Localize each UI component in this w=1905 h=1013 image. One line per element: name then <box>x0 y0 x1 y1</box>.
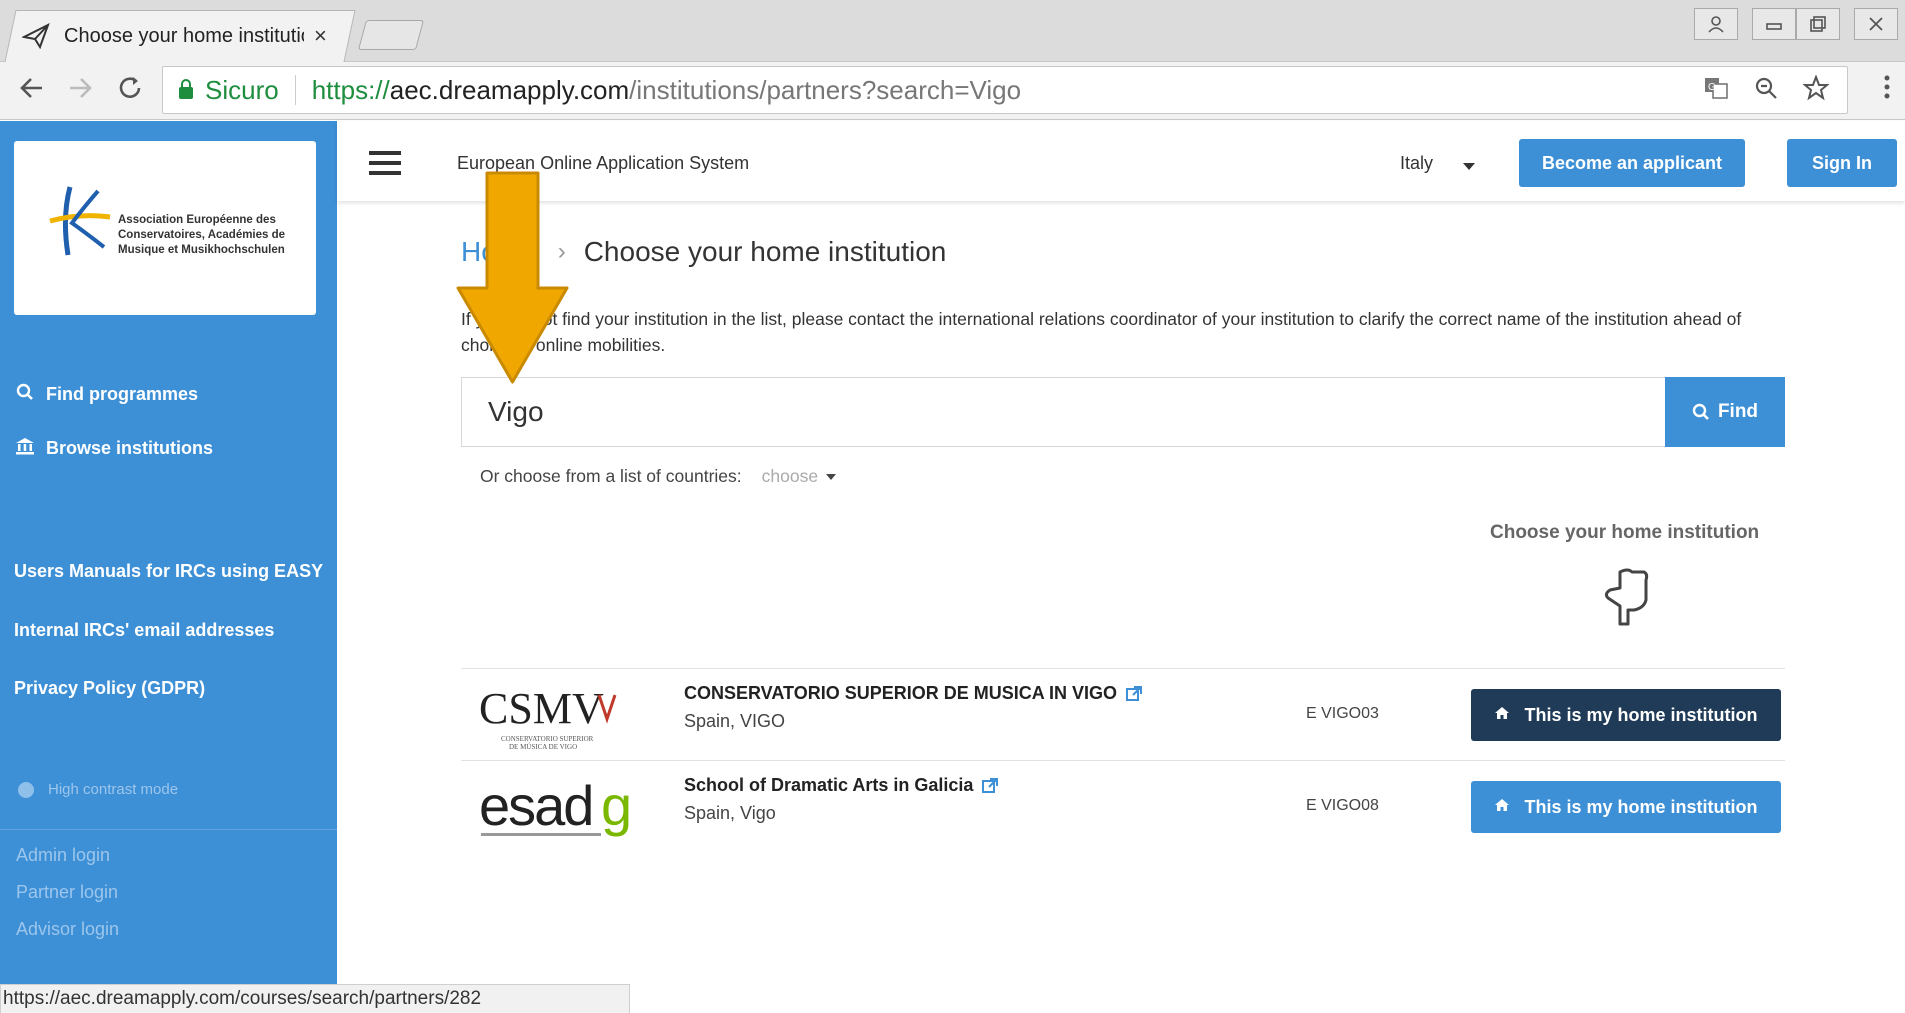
external-link-icon[interactable] <box>1125 685 1143 703</box>
caret-down-icon[interactable] <box>1463 163 1475 170</box>
sidebar-link-privacy-policy[interactable]: Privacy Policy (GDPR) <box>14 678 205 699</box>
lock-icon <box>179 79 193 99</box>
contrast-icon <box>18 781 34 798</box>
profile-icon[interactable] <box>1694 8 1738 40</box>
sidebar-item-label: Find programmes <box>46 384 199 404</box>
browser-tabstrip: Choose your home institutio × <box>0 0 1905 62</box>
select-home-institution-button[interactable]: This is my home institution <box>1471 689 1781 741</box>
aec-logo-mark <box>49 186 111 256</box>
svg-text:esad: esad <box>479 774 592 837</box>
hamburger-menu-icon[interactable] <box>369 151 401 175</box>
search-input[interactable] <box>462 378 1668 446</box>
admin-login-link[interactable]: Admin login <box>16 845 110 866</box>
institution-location: Spain, VIGO <box>684 711 786 731</box>
zoom-icon[interactable] <box>1753 75 1779 101</box>
external-link-icon[interactable] <box>981 777 999 795</box>
svg-text:G: G <box>1708 82 1716 93</box>
url-text[interactable]: https://aec.dreamapply.com/institutions/… <box>312 75 1021 106</box>
restore-icon[interactable] <box>1796 8 1840 40</box>
menu-icon[interactable] <box>1883 74 1891 107</box>
institution-name: School of Dramatic Arts in Galicia <box>684 775 974 795</box>
institution-location: Spain, Vigo <box>684 803 776 823</box>
url-scheme: https:// <box>311 74 390 105</box>
sidebar-link-irc-emails[interactable]: Internal IRCs' email addresses <box>14 620 274 641</box>
institution-code: E VIGO08 <box>1306 797 1379 814</box>
close-window-icon[interactable] <box>1854 8 1898 40</box>
institution-link[interactable]: CONSERVATORIO SUPERIOR DE MUSICA IN VIGO <box>684 683 1143 704</box>
caret-down-icon[interactable] <box>826 473 837 480</box>
search-icon <box>14 383 36 406</box>
search-icon <box>1692 403 1709 420</box>
high-contrast-toggle[interactable]: High contrast mode <box>18 781 178 798</box>
info-text: If you do not find your institution in t… <box>461 309 1742 355</box>
sidebar-divider <box>0 829 337 830</box>
become-applicant-button[interactable]: Become an applicant <box>1519 139 1745 187</box>
sidebar-item-label: Browse institutions <box>46 438 214 458</box>
back-icon[interactable] <box>18 74 46 108</box>
country-dropdown[interactable]: choose <box>762 466 818 487</box>
pointing-hand-icon <box>1604 568 1649 626</box>
paper-plane-icon <box>22 23 50 49</box>
country-chooser-label: Or choose from a list of countries: <box>480 466 742 486</box>
sidebar-item-find-programmes[interactable]: Find programmes <box>14 383 198 406</box>
page-title: Choose your home institution <box>583 236 947 267</box>
annotation-arrow <box>456 171 569 384</box>
forward-icon[interactable] <box>66 74 94 108</box>
choose-hint: Choose your home institution <box>1490 522 1760 543</box>
svg-text:CONSERVATORIO SUPERIOR: CONSERVATORIO SUPERIOR <box>501 735 594 743</box>
table-row: CSMV CONSERVATORIO SUPERIOR DE MÚSICA DE… <box>461 668 1785 760</box>
tab-close-icon[interactable]: × <box>314 23 327 49</box>
esadg-logo: esad g <box>479 774 629 837</box>
home-icon <box>1494 798 1510 817</box>
browser-tab[interactable]: Choose your home institutio × <box>22 10 342 62</box>
reload-icon[interactable] <box>116 74 144 108</box>
omnibox-icons: G <box>1703 75 1829 101</box>
sign-in-button[interactable]: Sign In <box>1787 139 1897 187</box>
button-label: This is my home institution <box>1524 796 1758 817</box>
secure-label: Sicuro <box>205 74 279 105</box>
search-box <box>461 377 1785 447</box>
country-chooser: Or choose from a list of countries: choo… <box>480 466 837 487</box>
button-label: This is my home institution <box>1524 704 1758 725</box>
status-bar-url: https://aec.dreamapply.com/courses/searc… <box>0 984 630 1013</box>
country-select[interactable]: Italy <box>1400 153 1433 174</box>
site-header: European Online Application System Italy… <box>337 121 1905 201</box>
logo-text: Association Européenne des Conservatoire… <box>118 214 286 256</box>
partner-login-link[interactable]: Partner login <box>16 882 118 903</box>
select-home-institution-button[interactable]: This is my home institution <box>1471 781 1781 833</box>
svg-text:DE MÚSICA DE VIGO: DE MÚSICA DE VIGO <box>509 743 577 751</box>
address-bar[interactable]: Sicuro https://aec.dreamapply.com/instit… <box>162 66 1848 114</box>
svg-text:g: g <box>601 774 629 837</box>
institution-link[interactable]: School of Dramatic Arts in Galicia <box>684 775 999 796</box>
url-host: aec.dreamapply.com <box>389 74 630 105</box>
new-tab-button[interactable] <box>357 20 425 50</box>
translate-icon[interactable]: G <box>1703 75 1729 101</box>
csmv-logo: CSMV CONSERVATORIO SUPERIOR DE MÚSICA DE… <box>479 684 617 751</box>
sidebar-item-browse-institutions[interactable]: Browse institutions <box>14 437 213 460</box>
star-icon[interactable] <box>1803 75 1829 101</box>
url-path: /institutions/partners?search=Vigo <box>629 74 1022 105</box>
divider <box>294 75 296 105</box>
minimize-icon[interactable] <box>1752 8 1796 40</box>
advisor-login-link[interactable]: Advisor login <box>16 919 119 940</box>
svg-text:CSMV: CSMV <box>479 684 604 733</box>
table-row: esad g School of Dramatic Arts in Galici… <box>461 760 1785 852</box>
institution-name: CONSERVATORIO SUPERIOR DE MUSICA IN VIGO <box>684 683 1118 703</box>
browser-toolbar: Sicuro https://aec.dreamapply.com/instit… <box>0 62 1905 120</box>
find-button-label: Find <box>1717 401 1759 422</box>
institution-icon <box>14 437 36 460</box>
high-contrast-label: High contrast mode <box>48 781 179 798</box>
home-icon <box>1494 706 1510 725</box>
sidebar-link-users-manuals[interactable]: Users Manuals for IRCs using EASY <box>14 561 323 582</box>
aec-logo[interactable]: Association Européenne des Conservatoire… <box>14 141 316 315</box>
institution-code: E VIGO03 <box>1306 705 1379 722</box>
sidebar: Association Européenne des Conservatoire… <box>0 121 337 1013</box>
find-button[interactable]: Find <box>1665 377 1785 447</box>
tab-title: Choose your home institutio <box>64 24 304 47</box>
